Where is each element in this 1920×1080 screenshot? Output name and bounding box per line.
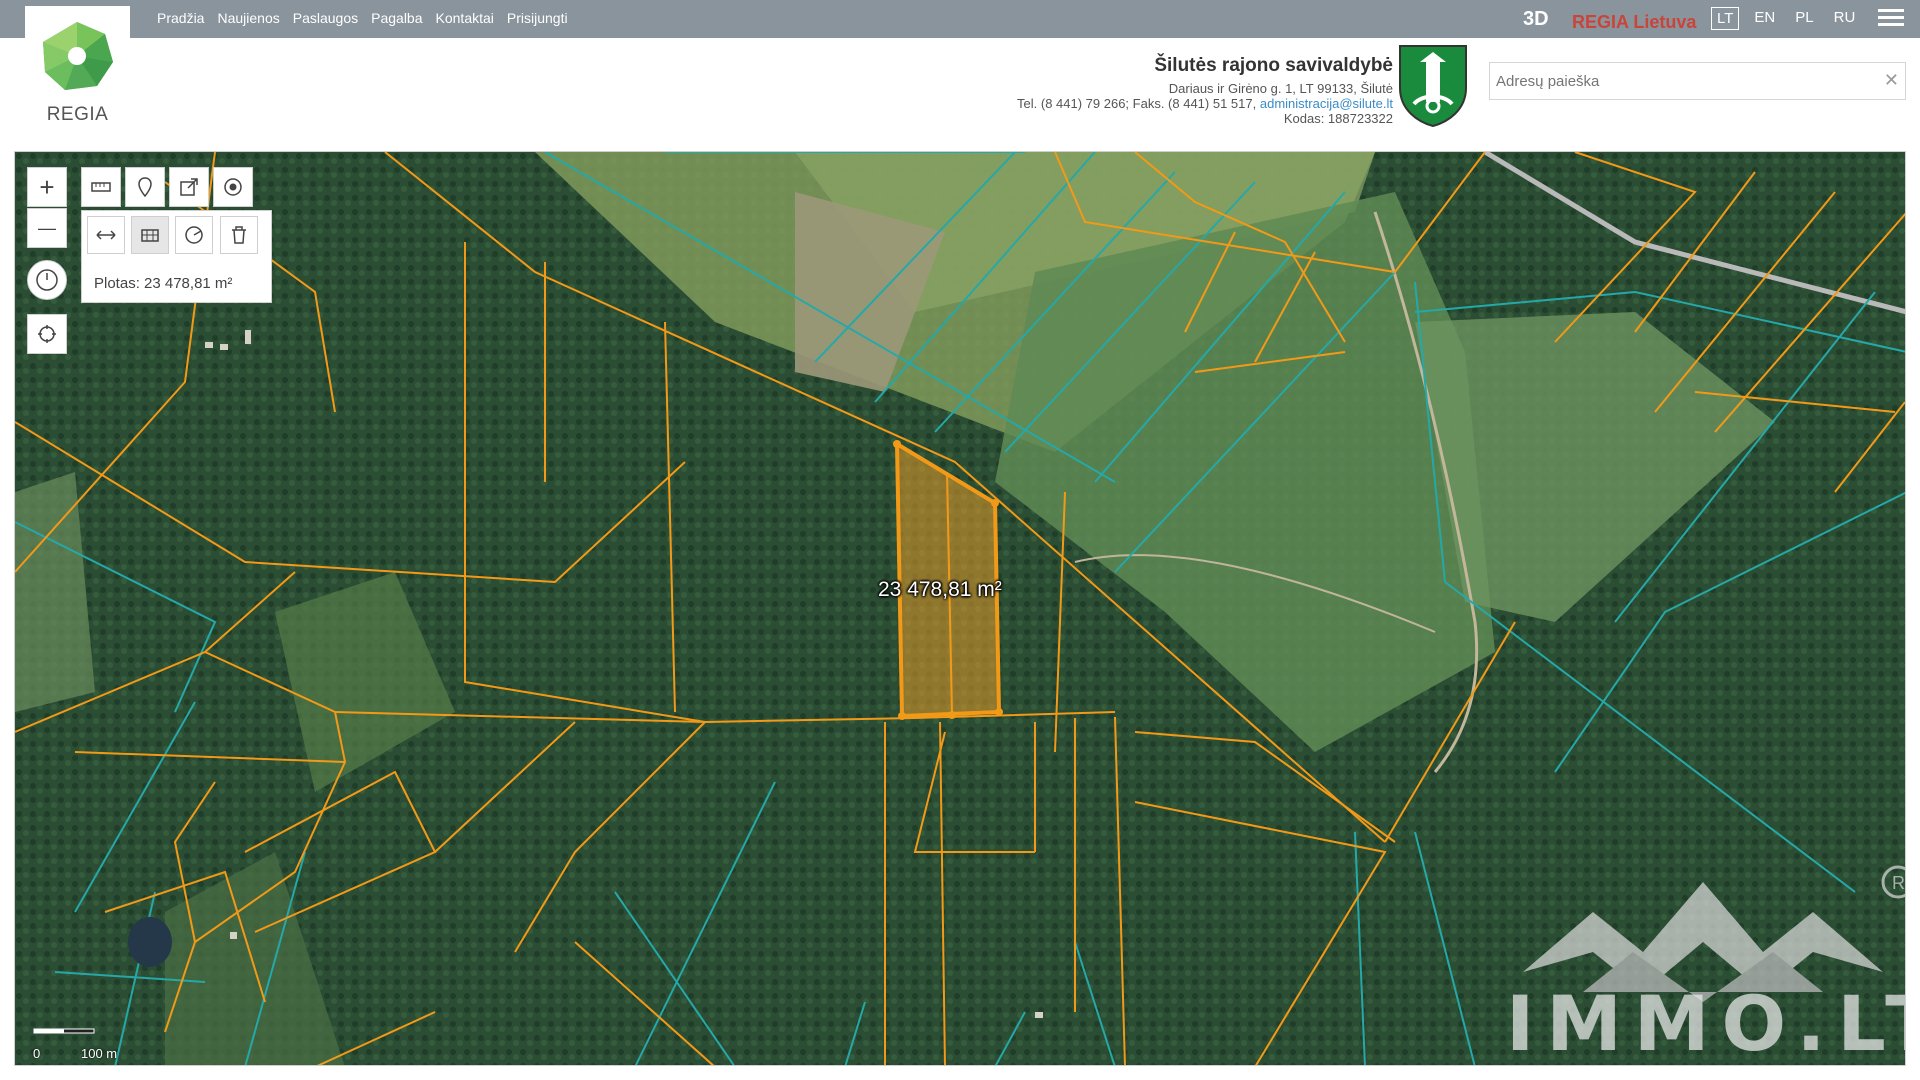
gps-locate-icon[interactable] — [27, 314, 67, 354]
area-measurement-text: Plotas: 23 478,81 m² — [94, 275, 233, 292]
measure-distance-icon[interactable] — [87, 216, 125, 254]
regia-logo-icon — [43, 22, 113, 90]
lang-lt[interactable]: LT — [1711, 7, 1740, 30]
nav-link-news[interactable]: Naujienos — [217, 10, 279, 26]
trash-icon[interactable] — [220, 216, 258, 254]
location-target-icon[interactable] — [213, 167, 253, 207]
nav-link-contacts[interactable]: Kontaktai — [436, 10, 494, 26]
municipality-phone: Tel. (8 441) 79 266; Faks. (8 441) 51 51… — [1017, 96, 1257, 111]
address-search-input[interactable] — [1490, 63, 1860, 99]
address-search: ✕ — [1489, 62, 1906, 100]
zoom-in-button[interactable]: + — [27, 167, 67, 207]
municipality-email-link[interactable]: administracija@silute.lt — [1260, 96, 1393, 111]
nav-link-help[interactable]: Pagalba — [371, 10, 422, 26]
scale-bar — [33, 1028, 95, 1034]
nav-link-services[interactable]: Paslaugos — [293, 10, 358, 26]
nav-link-login[interactable]: Prisijungti — [507, 10, 568, 26]
language-switcher: LT EN PL RU — [1711, 7, 1860, 30]
logo-text: REGIA — [46, 104, 109, 125]
municipality-address: Dariaus ir Girėno g. 1, LT 99133, Šilutė — [1168, 81, 1393, 96]
lang-en[interactable]: EN — [1749, 7, 1780, 30]
regia-logo[interactable]: REGIA — [25, 6, 130, 126]
svg-text:R: R — [1892, 873, 1905, 893]
nav-link-home[interactable]: Pradžia — [157, 10, 204, 26]
municipality-info: Šilutės rajono savivaldybė Dariaus ir Gi… — [1017, 55, 1393, 126]
clear-search-icon[interactable]: ✕ — [1884, 70, 1899, 91]
regia-lietuva-link[interactable]: REGIA Lietuva — [1572, 12, 1696, 33]
map-canvas[interactable]: + — Plotas: 23 478,81 m² 23 478,81 m² 0 … — [14, 151, 1906, 1066]
share-icon[interactable] — [169, 167, 209, 207]
lang-pl[interactable]: PL — [1790, 7, 1818, 30]
coat-of-arms-icon — [1399, 45, 1467, 128]
zoom-out-button[interactable]: — — [27, 208, 67, 248]
scale-start-label: 0 — [33, 1046, 41, 1061]
pin-icon[interactable] — [125, 167, 165, 207]
measure-area-icon[interactable] — [131, 216, 169, 254]
lang-ru[interactable]: RU — [1829, 7, 1861, 30]
municipality-code: Kodas: 188723322 — [1283, 111, 1393, 126]
history-clock-icon[interactable] — [27, 260, 67, 300]
watermark-text: IMMO.LT — [1506, 979, 1906, 1066]
3d-button[interactable]: 3D — [1523, 8, 1549, 31]
measure-radius-icon[interactable] — [175, 216, 213, 254]
top-nav: Pradžia Naujienos Paslaugos Pagalba Kont… — [157, 10, 568, 26]
hamburger-menu-icon[interactable] — [1878, 9, 1904, 29]
municipality-name: Šilutės rajono savivaldybė — [1154, 55, 1393, 76]
scale-end-label: 100 m — [81, 1046, 118, 1061]
parcel-area-label: 23 478,81 m² — [878, 578, 1002, 601]
ruler-icon[interactable] — [81, 167, 121, 207]
